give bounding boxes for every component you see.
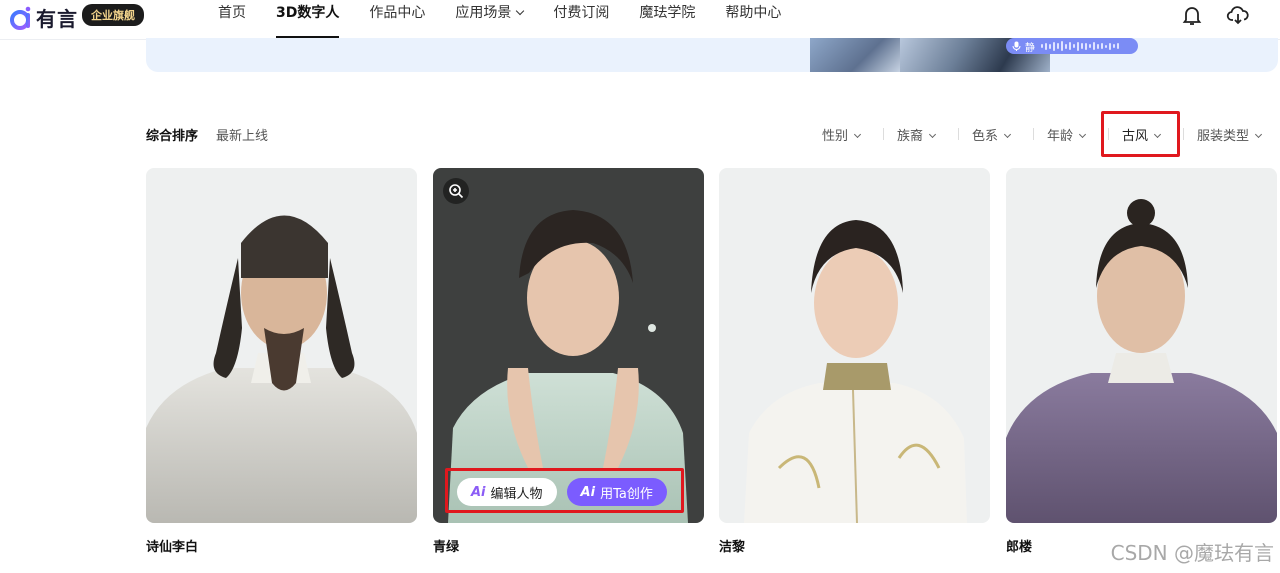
- zoom-button[interactable]: [443, 178, 469, 204]
- character-illustration: [146, 215, 417, 523]
- filter-clothing-type[interactable]: 服装类型: [1197, 125, 1263, 144]
- chevron-down-icon: [516, 6, 525, 16]
- voice-wave-pill: 静: [1006, 38, 1138, 54]
- top-icons: [1180, 3, 1250, 27]
- logo-icon: [10, 6, 31, 30]
- filter-divider: [883, 128, 884, 140]
- cloud-download-icon[interactable]: [1226, 3, 1250, 27]
- filter-divider: [958, 128, 959, 140]
- character-illustration: [1006, 199, 1277, 523]
- nav-scenarios-label: 应用场景: [455, 5, 512, 21]
- character-image: [719, 168, 990, 523]
- character-illustration: [744, 220, 967, 523]
- filter-label: 性别: [822, 129, 849, 144]
- nav-subscription[interactable]: 付费订阅: [553, 0, 609, 40]
- filter-label: 服装类型: [1197, 129, 1250, 144]
- nav-academy[interactable]: 魔珐学院: [639, 0, 695, 40]
- highlight-box: [1101, 111, 1180, 157]
- character-image: [1006, 168, 1277, 523]
- filter-color[interactable]: 色系: [972, 125, 1012, 144]
- filter-label: 族裔: [897, 129, 924, 144]
- voice-text: 静: [1025, 42, 1035, 54]
- nav-scenarios[interactable]: 应用场景: [455, 0, 525, 40]
- chevron-down-icon: [853, 130, 862, 139]
- main-nav: 首页 3D数字人 作品中心 应用场景 付费订阅 魔珐学院 帮助中心: [218, 0, 811, 40]
- chevron-down-icon: [1078, 130, 1087, 139]
- logo-text: 有言: [36, 7, 78, 31]
- filter-age[interactable]: 年龄: [1047, 125, 1087, 144]
- nav-3d-digital-human[interactable]: 3D数字人: [276, 0, 340, 40]
- nav-help-center[interactable]: 帮助中心: [725, 0, 781, 40]
- filter-label: 年龄: [1047, 129, 1074, 144]
- watermark: CSDN @魔珐有言: [1110, 541, 1274, 565]
- enterprise-badge: 企业旗舰: [82, 4, 144, 26]
- voice-bars: [1041, 41, 1119, 51]
- filter-label: 色系: [972, 129, 999, 144]
- character-card[interactable]: 诗仙李白: [146, 168, 417, 555]
- character-name: 诗仙李白: [146, 540, 199, 555]
- character-image: [146, 168, 417, 523]
- microphone-icon: [1012, 41, 1021, 51]
- filter-bar: 性别 族裔 色系 年龄 古风 服装类型: [0, 125, 1280, 145]
- chevron-down-icon: [1254, 130, 1263, 139]
- filter-gender[interactable]: 性别: [822, 125, 862, 144]
- banner-image: [810, 38, 900, 72]
- character-card[interactable]: 郎楼: [1006, 168, 1277, 555]
- bell-icon[interactable]: [1180, 3, 1204, 27]
- character-name: 洁黎: [719, 540, 746, 555]
- top-navbar: 有言 企业旗舰 首页 3D数字人 作品中心 应用场景 付费订阅 魔珐学院 帮助中…: [0, 0, 1280, 40]
- promo-banner[interactable]: 静: [146, 38, 1278, 72]
- filter-divider: [1183, 128, 1184, 140]
- filter-ethnicity[interactable]: 族裔: [897, 125, 937, 144]
- logo[interactable]: 有言: [8, 3, 78, 32]
- character-name: 青绿: [433, 540, 460, 555]
- highlight-box: [445, 468, 684, 513]
- nav-works-center[interactable]: 作品中心: [369, 0, 425, 40]
- chevron-down-icon: [928, 130, 937, 139]
- character-card[interactable]: 洁黎: [719, 168, 990, 555]
- nav-home[interactable]: 首页: [218, 0, 246, 40]
- chevron-down-icon: [1003, 130, 1012, 139]
- zoom-in-icon: [449, 184, 464, 199]
- filter-divider: [1033, 128, 1034, 140]
